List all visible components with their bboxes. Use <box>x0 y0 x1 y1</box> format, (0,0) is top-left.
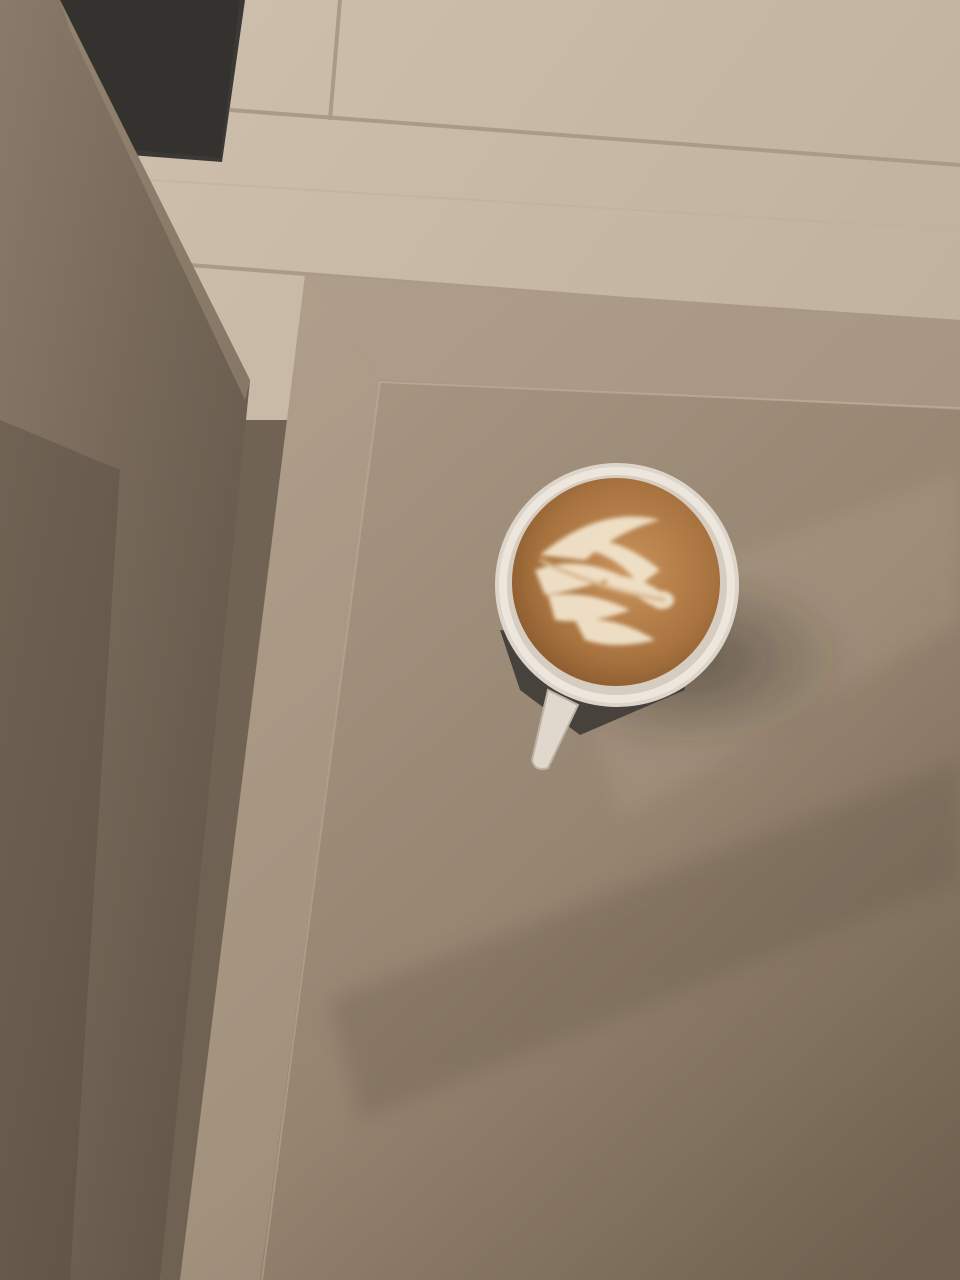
scene-root: coffee-cup-icon <box>0 0 960 1280</box>
scene-illustration: coffee-cup-icon <box>0 0 960 1280</box>
side-table <box>180 275 960 1280</box>
